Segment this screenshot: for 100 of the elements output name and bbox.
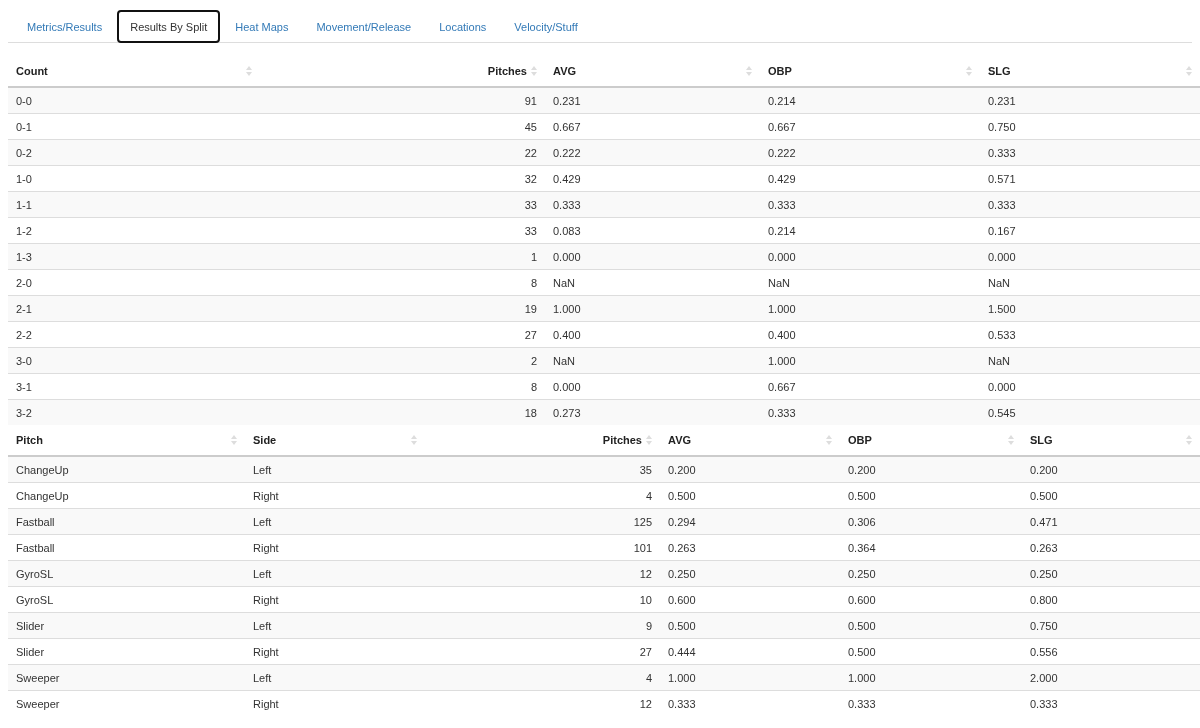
table-cell: 0-0 — [8, 87, 260, 114]
tab[interactable]: Metrics/Results — [14, 10, 116, 43]
table-cell: 0.250 — [1022, 560, 1200, 587]
column-header[interactable]: OBP — [848, 434, 872, 446]
table-cell: 0.273 — [545, 399, 760, 425]
table-cell: 33 — [260, 217, 545, 244]
table-cell: 8 — [260, 269, 545, 296]
table-cell: 0.200 — [660, 456, 840, 483]
table-cell: ChangeUp — [8, 482, 245, 509]
table-cell: 27 — [260, 321, 545, 348]
table-cell: NaN — [980, 269, 1200, 296]
table-cell: Left — [245, 664, 425, 691]
table-cell: 0.083 — [545, 217, 760, 244]
sort-icon[interactable] — [746, 66, 752, 76]
table-cell: 0.400 — [545, 321, 760, 348]
table-cell: Right — [245, 482, 425, 509]
column-header[interactable]: SLG — [988, 65, 1011, 77]
table-cell: 32 — [260, 165, 545, 192]
table-cell: 1-0 — [8, 165, 260, 192]
table-cell: 125 — [425, 508, 660, 535]
sort-icon[interactable] — [966, 66, 972, 76]
table-cell: 0.500 — [660, 482, 840, 509]
table-cell: 1.000 — [760, 347, 980, 374]
tab[interactable]: Locations — [426, 10, 500, 43]
table-cell: 1-3 — [8, 243, 260, 270]
column-header[interactable]: Side — [253, 434, 277, 446]
table-cell: 0.200 — [1022, 456, 1200, 483]
table-cell: 4 — [425, 482, 660, 509]
column-header[interactable]: OBP — [768, 65, 792, 77]
table-cell: 0.222 — [760, 139, 980, 166]
table-cell: 2-1 — [8, 295, 260, 322]
table-cell: 0.667 — [545, 113, 760, 140]
table-cell: 3-1 — [8, 373, 260, 400]
table-cell: 33 — [260, 191, 545, 218]
table-cell: 0.750 — [1022, 612, 1200, 639]
tab[interactable]: Heat Maps — [222, 10, 302, 43]
table-cell: 0.333 — [760, 191, 980, 218]
sort-icon[interactable] — [231, 435, 237, 445]
table-cell: 0.600 — [840, 586, 1022, 613]
table-cell: 0.250 — [840, 560, 1022, 587]
tab[interactable]: Movement/Release — [303, 10, 425, 43]
table-cell: 45 — [260, 113, 545, 140]
table-cell: Fastball — [8, 534, 245, 561]
column-header[interactable]: Pitches — [602, 434, 642, 446]
table-cell: 0.000 — [760, 243, 980, 270]
table-cell: Sweeper — [8, 690, 245, 716]
table-cell: 1 — [260, 243, 545, 270]
sort-icon[interactable] — [1186, 435, 1192, 445]
table-cell: 0.750 — [980, 113, 1200, 140]
table-cell: 101 — [425, 534, 660, 561]
table-cell: 0.222 — [545, 139, 760, 166]
table-cell: 0.545 — [980, 399, 1200, 425]
table-cell: Left — [245, 560, 425, 587]
sort-icon[interactable] — [531, 66, 537, 76]
column-header[interactable]: SLG — [1030, 434, 1053, 446]
table-cell: 35 — [425, 456, 660, 483]
table-cell: 8 — [260, 373, 545, 400]
table-cell: 0.214 — [760, 217, 980, 244]
table-cell: NaN — [545, 347, 760, 374]
table-cell: 0.333 — [980, 139, 1200, 166]
table-cell: 0.429 — [545, 165, 760, 192]
table-cell: ChangeUp — [8, 456, 245, 483]
table-cell: 18 — [260, 399, 545, 425]
sort-icon[interactable] — [411, 435, 417, 445]
column-header[interactable]: Count — [16, 65, 48, 77]
tab[interactable]: Results By Split — [117, 10, 221, 43]
table-cell: 2.000 — [1022, 664, 1200, 691]
column-header[interactable]: Pitch — [16, 434, 43, 446]
sort-icon[interactable] — [1008, 435, 1014, 445]
table-cell: 12 — [425, 560, 660, 587]
table-cell: 0.333 — [760, 399, 980, 425]
column-header[interactable]: AVG — [668, 434, 692, 446]
table-cell: 0.364 — [840, 534, 1022, 561]
table-cell: 0.500 — [840, 482, 1022, 509]
column-header[interactable]: AVG — [553, 65, 577, 77]
sort-icon[interactable] — [1186, 66, 1192, 76]
table-cell: 91 — [260, 87, 545, 114]
table-cell: 0.333 — [660, 690, 840, 716]
column-header[interactable]: Pitches — [487, 65, 527, 77]
table-cell: 0.429 — [760, 165, 980, 192]
table-cell: 19 — [260, 295, 545, 322]
table-cell: GyroSL — [8, 586, 245, 613]
table-cell: Sweeper — [8, 664, 245, 691]
table-cell: 0.333 — [840, 690, 1022, 716]
table-cell: 0.667 — [760, 113, 980, 140]
table-cell: 1.500 — [980, 295, 1200, 322]
table-cell: Slider — [8, 612, 245, 639]
table-cell: 3-0 — [8, 347, 260, 374]
table-cell: 3-2 — [8, 399, 260, 425]
table-cell: 0.231 — [980, 87, 1200, 114]
sort-icon[interactable] — [826, 435, 832, 445]
table-cell: 1.000 — [660, 664, 840, 691]
table-cell: 10 — [425, 586, 660, 613]
sort-icon[interactable] — [646, 435, 652, 445]
table-cell: Left — [245, 508, 425, 535]
tab[interactable]: Velocity/Stuff — [501, 10, 591, 43]
sort-icon[interactable] — [246, 66, 252, 76]
table-cell: 0.800 — [1022, 586, 1200, 613]
table-cell: 0.167 — [980, 217, 1200, 244]
table-cell: 0.667 — [760, 373, 980, 400]
